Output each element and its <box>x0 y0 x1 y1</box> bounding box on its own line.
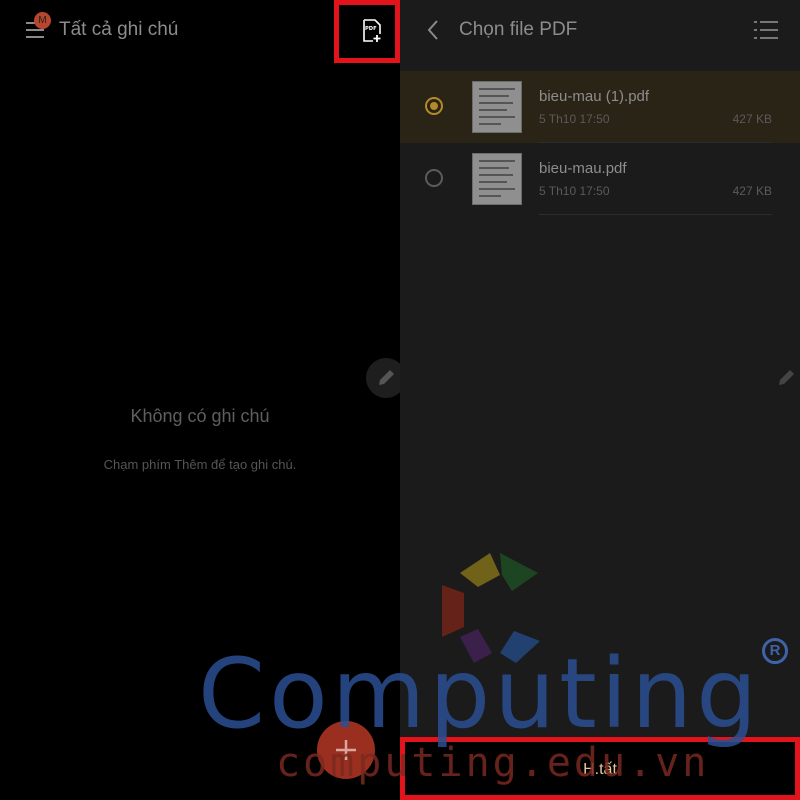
picker-title: Chọn file PDF <box>459 19 578 40</box>
registered-mark: R <box>762 638 788 664</box>
pdf-add-icon: PDF <box>363 19 381 42</box>
pdf-thumbnail <box>472 153 522 205</box>
file-name: bieu-mau.pdf <box>539 160 627 177</box>
pdf-thumbnail <box>472 81 522 133</box>
file-date: 5 Th10 17:50 <box>539 112 610 126</box>
radio-button[interactable] <box>425 97 443 115</box>
radio-button[interactable] <box>425 169 443 187</box>
divider <box>539 214 772 215</box>
file-row[interactable]: bieu-mau.pdf 5 Th10 17:50 427 KB <box>400 143 800 215</box>
file-date: 5 Th10 17:50 <box>539 184 610 198</box>
avatar[interactable]: M <box>34 12 51 29</box>
list-view-icon[interactable] <box>754 20 778 40</box>
pdf-add-button[interactable]: PDF <box>334 0 400 63</box>
file-size: 427 KB <box>732 112 772 126</box>
page-title: Tất cả ghi chú <box>59 19 179 40</box>
empty-state-title: Không có ghi chú <box>130 406 270 426</box>
chevron-left-icon[interactable] <box>424 18 442 42</box>
file-size: 427 KB <box>732 184 772 198</box>
pdf-label: PDF <box>365 26 377 32</box>
watermark-url: computing.edu.vn <box>276 740 710 786</box>
file-row[interactable]: bieu-mau (1).pdf 5 Th10 17:50 427 KB <box>400 71 800 143</box>
empty-state-hint: Chạm phím Thêm để tạo ghi chú. <box>103 457 297 472</box>
file-name: bieu-mau (1).pdf <box>539 88 650 105</box>
watermark-brand: Computing <box>198 638 762 750</box>
pencil-icon[interactable] <box>776 366 798 388</box>
